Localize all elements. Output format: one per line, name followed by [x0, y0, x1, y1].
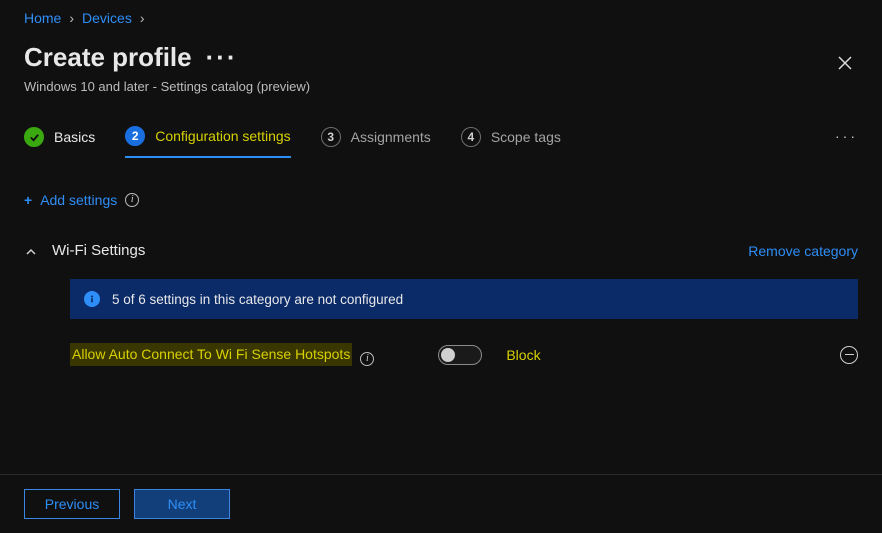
next-button[interactable]: Next — [134, 489, 230, 519]
setting-label: Allow Auto Connect To Wi Fi Sense Hotspo… — [70, 343, 352, 366]
add-settings-label: Add settings — [40, 192, 117, 208]
category-title: Wi-Fi Settings — [52, 242, 145, 259]
add-settings-button[interactable]: + Add settings i — [24, 192, 139, 208]
previous-button[interactable]: Previous — [24, 489, 120, 519]
toggle-knob-icon — [441, 348, 455, 362]
category-wifi-settings: Wi-Fi Settings Remove category 5 of 6 se… — [24, 242, 858, 366]
page-title: Create profile ··· — [24, 42, 238, 73]
step-label: Scope tags — [491, 129, 561, 145]
step-label: Configuration settings — [155, 128, 290, 144]
step-number-icon: 4 — [461, 127, 481, 147]
plus-icon: + — [24, 192, 32, 208]
category-toggle[interactable]: Wi-Fi Settings — [24, 242, 145, 259]
step-configuration-settings[interactable]: 2 Configuration settings — [125, 126, 290, 158]
minus-icon — [845, 354, 854, 356]
wizard-footer: Previous Next — [0, 474, 882, 533]
info-icon[interactable]: i — [360, 352, 374, 366]
info-banner-text: 5 of 6 settings in this category are not… — [112, 292, 403, 307]
page-title-text: Create profile — [24, 42, 192, 73]
setting-row: Allow Auto Connect To Wi Fi Sense Hotspo… — [70, 343, 858, 366]
chevron-right-icon: › — [140, 10, 145, 26]
step-scope-tags[interactable]: 4 Scope tags — [461, 127, 561, 157]
breadcrumb-devices[interactable]: Devices — [82, 10, 132, 26]
chevron-right-icon: › — [69, 10, 74, 26]
breadcrumb-home[interactable]: Home — [24, 10, 61, 26]
check-icon — [24, 127, 44, 147]
close-icon — [838, 56, 852, 70]
stepper-overflow-menu[interactable]: ··· — [835, 128, 858, 144]
step-number-icon: 3 — [321, 127, 341, 147]
setting-value-label: Block — [506, 347, 540, 363]
page-subtitle: Windows 10 and later - Settings catalog … — [24, 79, 832, 94]
close-button[interactable] — [832, 50, 858, 79]
setting-toggle[interactable] — [438, 345, 482, 365]
info-icon[interactable]: i — [125, 193, 139, 207]
title-context-menu[interactable]: ··· — [206, 42, 238, 73]
wizard-stepper: Basics 2 Configuration settings 3 Assign… — [24, 126, 858, 158]
chevron-up-icon — [24, 242, 38, 259]
info-icon — [84, 291, 100, 307]
remove-setting-button[interactable] — [840, 346, 858, 364]
category-info-banner: 5 of 6 settings in this category are not… — [70, 279, 858, 319]
step-number-icon: 2 — [125, 126, 145, 146]
step-basics[interactable]: Basics — [24, 127, 95, 157]
breadcrumb: Home › Devices › — [24, 10, 858, 26]
step-assignments[interactable]: 3 Assignments — [321, 127, 431, 157]
remove-category-link[interactable]: Remove category — [748, 243, 858, 259]
step-label: Assignments — [351, 129, 431, 145]
step-label: Basics — [54, 129, 95, 145]
